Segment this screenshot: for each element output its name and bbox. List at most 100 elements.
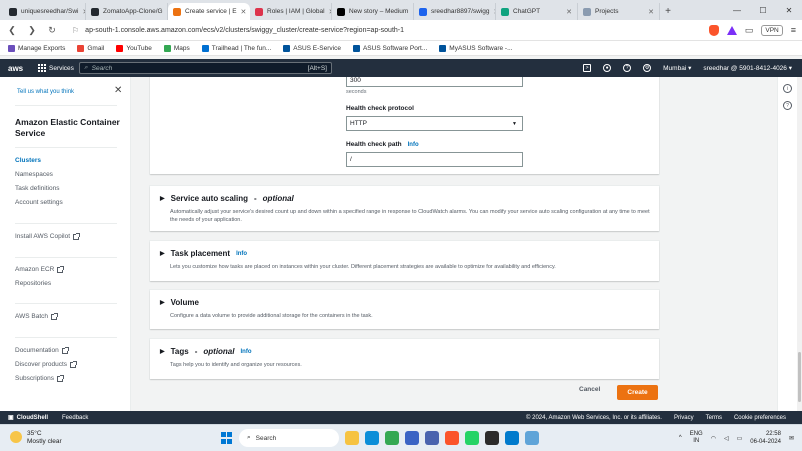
cloudshell-button[interactable]: ▣ CloudShell [8,414,48,422]
scrollbar-thumb[interactable] [798,352,801,402]
wifi-icon[interactable]: ◠ [711,435,716,442]
brave-icon[interactable] [445,431,459,445]
brave-shields-icon[interactable] [708,24,719,36]
help-icon[interactable]: ? [623,64,632,72]
forward-icon[interactable]: ❯ [26,25,38,36]
bookmark-item[interactable]: YouTube [116,44,152,52]
language-indicator[interactable]: ENG IN [690,431,703,445]
bookmark-item[interactable]: Trailhead | The fun... [201,44,271,52]
browser-tab[interactable]: Projects ✕ [578,3,660,20]
minimize-icon[interactable]: — [724,6,750,15]
new-tab-button[interactable]: + [660,3,676,20]
tab-close-icon[interactable]: ✕ [566,8,572,16]
sidebar-toggle-icon[interactable]: ▭ [745,25,754,36]
browser-tab[interactable]: ChatGPT ✕ [496,3,578,20]
back-icon[interactable]: ❮ [6,25,18,36]
feedback-button[interactable]: Feedback [62,415,88,421]
aws-logo[interactable]: aws [8,64,30,73]
browser-tab[interactable]: Roles | IAM | Global✕ [250,3,332,20]
sidebar-item[interactable]: AWS Batch [15,312,58,320]
bookmark-item[interactable]: ASUS E-Service [283,44,341,52]
sidebar-item[interactable]: Account settings [15,199,63,206]
browser-tab[interactable]: sreedhar8897/swigg✕ [414,3,496,20]
cookie-preferences-link[interactable]: Cookie preferences [734,415,786,421]
copyright: © 2024, Amazon Web Services, Inc. or its… [526,414,662,421]
taskbar-search[interactable]: ⌕ Search [239,429,339,447]
health-check-interval-input[interactable]: 300 [346,77,523,87]
section-header[interactable]: ▶ Volume [160,298,199,307]
weather-widget[interactable]: 35°C Mostly clear [10,430,62,446]
tab-close-icon[interactable]: ✕ [648,8,654,16]
bookmark-icon[interactable]: ⚐ [72,26,79,35]
chrome-icon[interactable] [385,431,399,445]
vscode-icon[interactable] [505,431,519,445]
bookmark-item[interactable]: ASUS Software Port... [352,44,428,52]
browser-tab[interactable]: Create service | E ✕ [168,3,250,20]
clock[interactable]: 22:58 06-04-2024 [750,430,781,446]
battery-icon[interactable]: ▭ [737,435,743,442]
feedback-link[interactable]: Tell us what you think [17,89,74,95]
bookmark-item[interactable]: Manage Exports [8,44,65,52]
notifications-icon[interactable]: ● [603,64,612,72]
privacy-link[interactable]: Privacy [674,415,694,421]
sidebar-item[interactable]: Amazon ECR [15,265,65,273]
settings-icon[interactable]: ⚙ [643,64,652,72]
sidebar-item[interactable]: Namespaces [15,171,53,178]
reload-icon[interactable]: ↻ [46,25,58,36]
aws-search-input[interactable]: ⌕ Search [Alt+S] [79,62,332,74]
terminal-icon[interactable] [485,431,499,445]
notepad-icon[interactable] [525,431,539,445]
url-field[interactable]: ⚐ ap-south-1.console.aws.amazon.com/ecs/… [66,23,701,38]
browser-tab[interactable]: uniquesreedhar/Swi✕ [4,3,86,20]
sidebar-item[interactable]: Subscriptions [15,374,65,382]
section-header[interactable]: ▶ Task placement Info [160,249,247,258]
section-info-link[interactable]: Info [236,251,247,257]
close-window-icon[interactable]: ✕ [776,6,802,15]
sidebar-item[interactable]: Repositories [15,280,51,287]
affinity-icon[interactable] [425,431,439,445]
bookmark-label: ASUS Software Port... [362,44,428,52]
vpn-button[interactable]: VPN [761,24,783,36]
section-header[interactable]: ▶ Tags - optional Info [160,347,251,356]
tab-close-icon[interactable]: ✕ [241,8,247,16]
terms-link[interactable]: Terms [706,415,722,421]
edge-icon[interactable] [365,431,379,445]
sidebar-item[interactable]: Clusters [15,157,41,164]
sidebar-item[interactable]: Documentation [15,346,69,354]
browser-menu-icon[interactable]: ≡ [791,25,796,35]
store-icon[interactable] [405,431,419,445]
section-info-link[interactable]: Info [240,349,251,355]
cloudshell-icon[interactable]: > [583,64,592,72]
browser-tab[interactable]: ZomatoApp-Clone/G✕ [86,3,168,20]
create-button[interactable]: Create [617,385,658,400]
protocol-select[interactable]: HTTP [346,116,523,131]
services-menu[interactable]: Services [38,64,74,72]
url-text[interactable]: ap-south-1.console.aws.amazon.com/ecs/v2… [85,27,404,34]
health-check-path-input[interactable]: / [346,152,523,167]
tab-favicon-icon [337,7,345,16]
maximize-icon[interactable]: ☐ [750,6,776,15]
bookmark-item[interactable]: Gmail [77,44,104,52]
section-header[interactable]: ▶ Service auto scaling - optional [160,194,294,203]
tray-overflow-icon[interactable]: ^ [679,435,682,441]
scrollbar[interactable] [797,77,802,411]
sidebar-item[interactable]: Task definitions [15,185,59,192]
region-selector[interactable]: Mumbai ▾ [663,64,691,72]
whatsapp-icon[interactable] [465,431,479,445]
info-panel-icon[interactable]: i [783,84,792,93]
account-menu[interactable]: sreedhar @ 5901-8412-4026 ▾ [703,64,792,72]
volume-icon[interactable]: ◁ [724,435,729,442]
bookmark-item[interactable]: Maps [163,44,190,52]
sidebar-item[interactable]: Install AWS Copilot [15,232,81,240]
file-explorer-icon[interactable] [345,431,359,445]
sidebar-item[interactable]: Discover products [15,360,78,368]
brave-rewards-icon[interactable] [726,25,737,35]
help-panel-icon[interactable]: ? [783,101,792,110]
cancel-button[interactable]: Cancel [579,386,600,393]
close-sidebar-icon[interactable]: ✕ [114,85,122,96]
notification-center-icon[interactable]: ✉ [789,435,794,442]
path-info-link[interactable]: Info [408,142,419,148]
bookmark-item[interactable]: MyASUS Software -... [439,44,513,52]
windows-start-icon[interactable] [221,432,233,444]
browser-tab[interactable]: New story – Medium✕ [332,3,414,20]
